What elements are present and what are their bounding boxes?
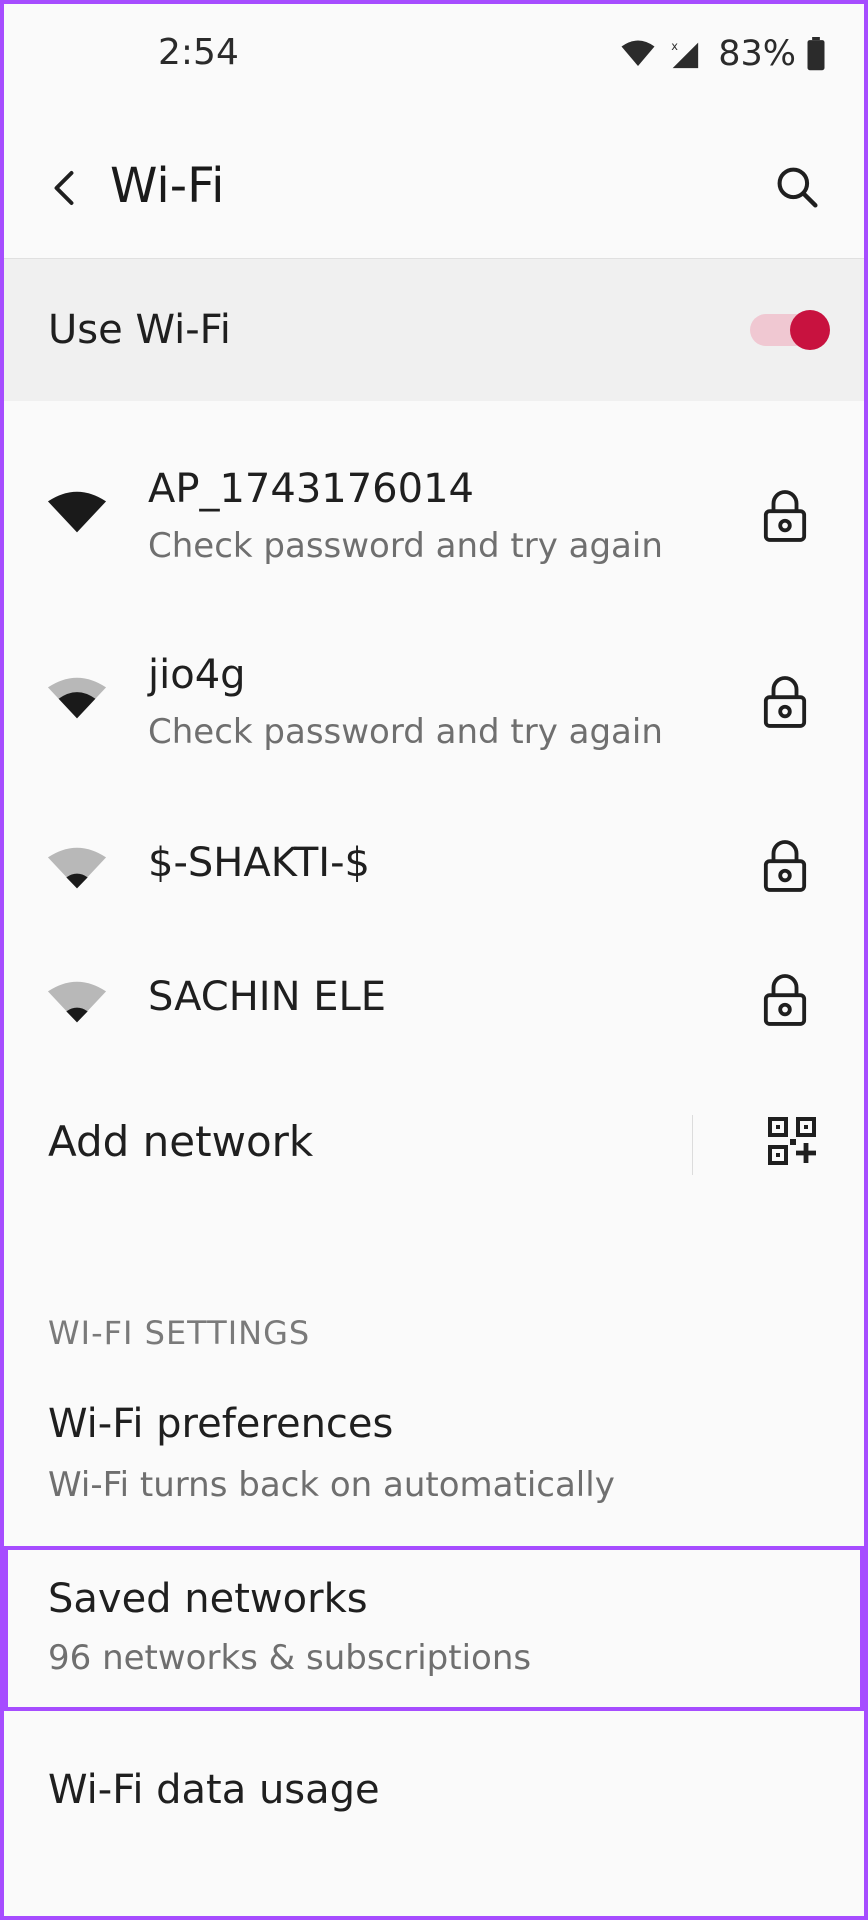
svg-text:x: x bbox=[671, 39, 678, 53]
wifi-toggle[interactable] bbox=[750, 310, 830, 350]
network-name: SACHIN ELE bbox=[148, 974, 387, 1020]
status-bar: 2:54 x 83% bbox=[0, 0, 868, 110]
network-status: Check password and try again bbox=[148, 526, 663, 566]
network-name: jio4g bbox=[148, 652, 246, 698]
search-button[interactable] bbox=[772, 162, 822, 212]
lock-icon bbox=[763, 676, 807, 728]
status-time: 2:54 bbox=[158, 32, 239, 73]
network-status: Check password and try again bbox=[148, 712, 663, 752]
setting-subtitle: 96 networks & subscriptions bbox=[48, 1638, 532, 1678]
page-title: Wi-Fi bbox=[110, 158, 225, 214]
section-header: WI-FI SETTINGS bbox=[48, 1314, 311, 1352]
search-icon bbox=[777, 167, 818, 208]
lock-icon bbox=[763, 490, 807, 542]
status-icons: x 83% bbox=[620, 34, 826, 74]
wifi-signal-medium-icon bbox=[47, 677, 107, 719]
network-item[interactable]: jio4g Check password and try again bbox=[0, 626, 868, 776]
wifi-icon bbox=[621, 40, 655, 66]
top-app-bar: Wi-Fi bbox=[0, 130, 868, 250]
setting-subtitle: Wi-Fi turns back on automatically bbox=[48, 1465, 615, 1505]
lock-icon bbox=[763, 974, 807, 1026]
battery-icon bbox=[807, 37, 825, 71]
network-name: $-SHAKTI-$ bbox=[148, 840, 370, 886]
signal-icon: x bbox=[671, 39, 699, 69]
toggle-thumb bbox=[790, 310, 830, 350]
wifi-data-usage-item[interactable]: Wi-Fi data usage bbox=[0, 1745, 868, 1855]
back-button[interactable] bbox=[42, 166, 86, 210]
setting-title: Saved networks bbox=[48, 1576, 368, 1622]
divider bbox=[692, 1115, 693, 1175]
saved-networks-item[interactable]: Saved networks 96 networks & subscriptio… bbox=[0, 1550, 868, 1710]
use-wifi-row[interactable]: Use Wi-Fi bbox=[0, 259, 868, 401]
network-item[interactable]: AP_1743176014 Check password and try aga… bbox=[0, 440, 868, 590]
setting-title: Wi-Fi preferences bbox=[48, 1401, 394, 1447]
use-wifi-label: Use Wi-Fi bbox=[48, 307, 231, 353]
wifi-signal-full-icon bbox=[47, 491, 107, 533]
network-name: AP_1743176014 bbox=[148, 466, 474, 512]
add-network-label: Add network bbox=[48, 1117, 314, 1166]
lock-icon bbox=[763, 840, 807, 892]
network-item[interactable]: $-SHAKTI-$ bbox=[0, 810, 868, 920]
add-network-row[interactable]: Add network bbox=[0, 1095, 868, 1195]
wifi-signal-weak-icon bbox=[47, 981, 107, 1023]
setting-title: Wi-Fi data usage bbox=[48, 1767, 380, 1813]
battery-percentage: 83% bbox=[718, 34, 796, 74]
wifi-signal-weak-icon bbox=[47, 847, 107, 889]
wifi-preferences-item[interactable]: Wi-Fi preferences Wi-Fi turns back on au… bbox=[0, 1385, 868, 1540]
chevron-left-icon bbox=[54, 171, 74, 205]
network-item[interactable]: SACHIN ELE bbox=[0, 944, 868, 1054]
qr-scan-icon[interactable] bbox=[768, 1117, 816, 1165]
